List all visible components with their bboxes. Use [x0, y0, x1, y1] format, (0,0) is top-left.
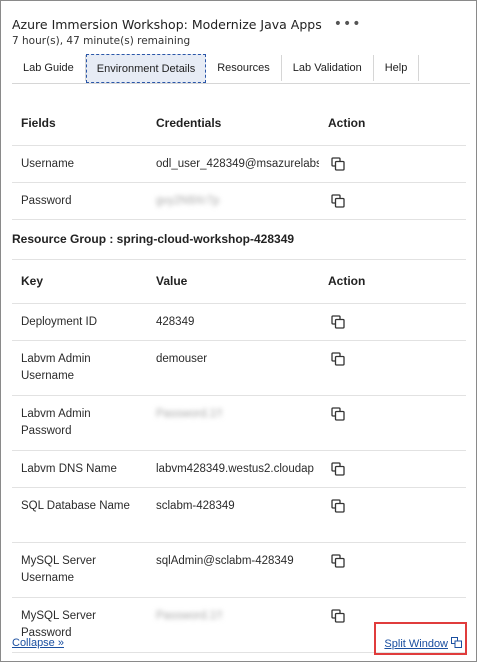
environment-details-content: Fields Credentials Action Username odl_us…: [12, 101, 466, 653]
tab-resources[interactable]: Resources: [206, 55, 282, 81]
row-key: Labvm Admin Password: [21, 408, 91, 437]
table-row: Deployment ID 428349: [12, 303, 466, 341]
masked-value: Password.1!!: [156, 408, 223, 420]
table-row: Labvm Admin Password Password.1!!: [12, 395, 466, 451]
lab-title: Azure Immersion Workshop: Modernize Java…: [12, 16, 322, 32]
split-window-label: Split Window: [384, 637, 448, 650]
row-value: sqlAdmin@sclabm-428349: [156, 555, 294, 567]
copy-icon[interactable]: [331, 499, 345, 513]
action-cell: [319, 145, 466, 183]
action-cell: [319, 303, 466, 341]
split-window-button[interactable]: Split Window: [374, 622, 467, 655]
table-row: Password gvy2N9Xr7p: [12, 182, 466, 220]
copy-icon[interactable]: [331, 554, 345, 568]
column-header-action: Action: [319, 101, 466, 146]
row-value: labvm428349.westus2.cloudap: [156, 463, 314, 475]
action-cell: [319, 450, 466, 488]
copy-icon[interactable]: [331, 156, 345, 171]
tab-bar: Lab Guide Environment Details Resources …: [12, 54, 470, 84]
row-value: sclabm-428349: [156, 500, 235, 512]
row-value: demouser: [156, 353, 208, 365]
row-key: Username: [21, 157, 75, 170]
table-row: Username odl_user_428349@msazurelabs: [12, 145, 466, 183]
column-header-action: Action: [319, 259, 466, 304]
column-header-key: Key: [12, 259, 147, 304]
copy-icon[interactable]: [331, 462, 345, 476]
table-row: Labvm Admin Username demouser: [12, 340, 466, 396]
column-header-value: Value: [147, 259, 319, 304]
tab-lab-guide[interactable]: Lab Guide: [12, 55, 86, 81]
action-cell: [319, 340, 466, 396]
copy-icon[interactable]: [331, 193, 345, 208]
action-cell: [319, 542, 466, 598]
copy-icon[interactable]: [331, 352, 345, 366]
tab-lab-validation[interactable]: Lab Validation: [282, 55, 374, 81]
masked-value: gvy2N9Xr7p: [156, 194, 220, 207]
table-header-row: Fields Credentials Action: [12, 101, 466, 146]
time-remaining: 7 hour(s), 47 minute(s) remaining: [12, 35, 191, 47]
copy-icon[interactable]: [331, 407, 345, 421]
lab-header: Azure Immersion Workshop: Modernize Java…: [12, 15, 468, 48]
copy-icon[interactable]: [331, 609, 345, 623]
more-horizontal-icon[interactable]: •••: [334, 17, 362, 31]
resource-group-label: Resource Group : spring-cloud-workshop-4…: [12, 220, 466, 260]
table-row: Labvm DNS Name labvm428349.westus2.clouda…: [12, 450, 466, 488]
row-key: Password: [21, 194, 72, 207]
table-row: MySQL Server Username sqlAdmin@sclabm-428…: [12, 542, 466, 598]
panel-footer: Collapse » Split Window: [12, 622, 468, 655]
column-header-credentials: Credentials: [147, 101, 319, 146]
row-key: Labvm Admin Username: [21, 353, 91, 382]
tab-help[interactable]: Help: [374, 55, 420, 81]
table-header-row: Key Value Action: [12, 259, 466, 304]
tab-environment-details[interactable]: Environment Details: [85, 54, 207, 83]
row-value: 428349: [156, 316, 195, 328]
copy-icon[interactable]: [331, 315, 345, 329]
resource-group-table: Key Value Action Deployment ID 428349 Labv…: [12, 259, 466, 653]
action-cell: [319, 487, 466, 543]
row-value: odl_user_428349@msazurelabs: [156, 157, 319, 170]
action-cell: [319, 182, 466, 220]
row-key: SQL Database Name: [21, 500, 130, 512]
row-key: Labvm DNS Name: [21, 463, 117, 475]
collapse-link[interactable]: Collapse »: [12, 637, 64, 649]
row-key: Deployment ID: [21, 316, 98, 328]
table-row: SQL Database Name sclabm-428349: [12, 487, 466, 543]
environment-panel: Azure Immersion Workshop: Modernize Java…: [0, 0, 477, 662]
credentials-table: Fields Credentials Action Username odl_us…: [12, 101, 466, 220]
column-header-fields: Fields: [12, 101, 147, 146]
masked-value: Password.1!!: [156, 610, 223, 622]
split-window-icon: [451, 637, 462, 648]
action-cell: [319, 395, 466, 451]
row-key: MySQL Server Username: [21, 555, 96, 584]
